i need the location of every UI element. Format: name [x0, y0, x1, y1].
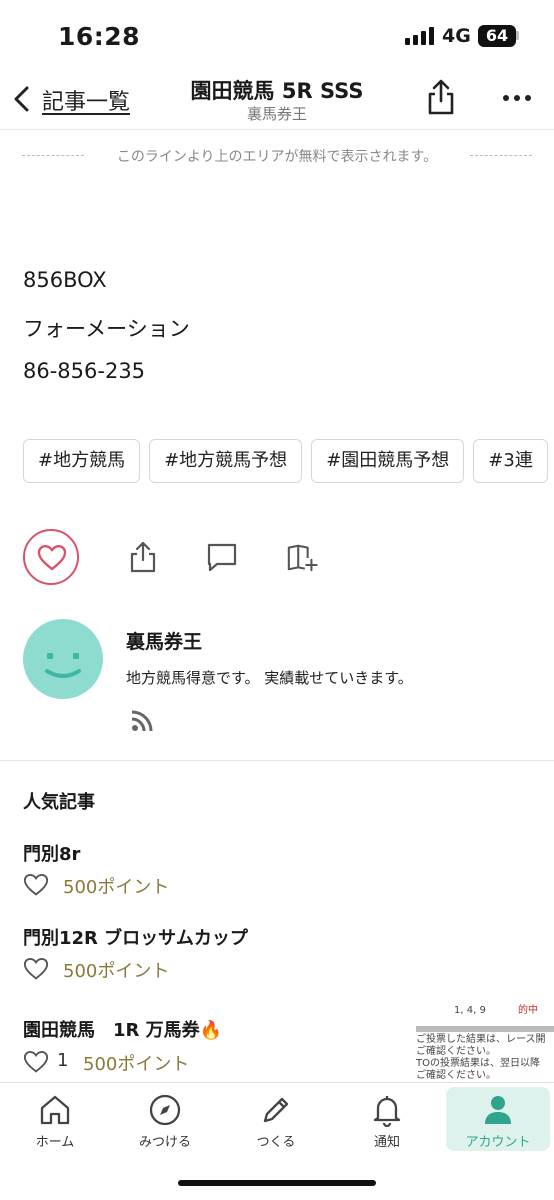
article-price: 500ポイント: [63, 961, 170, 982]
comment-icon[interactable]: [206, 540, 238, 574]
add-to-magazine-icon[interactable]: [286, 540, 318, 574]
home-indicator: [178, 1180, 376, 1186]
tab-label: つくる: [256, 1135, 296, 1150]
heart-icon: [37, 545, 67, 571]
tab-account[interactable]: アカウント: [446, 1087, 550, 1151]
thumbnail-bar: [416, 1026, 554, 1032]
tab-notifications[interactable]: 通知: [332, 1083, 442, 1153]
status-time: 16:28: [58, 22, 141, 51]
status-bar: 16:28 4G 64: [0, 0, 554, 70]
tab-create[interactable]: つくる: [221, 1083, 331, 1153]
tab-label: みつける: [138, 1135, 191, 1150]
signal-icon: [405, 27, 435, 45]
nav-header: 記事一覧 園田競馬 5R SSS 裏馬券王: [0, 70, 554, 130]
popular-section-title: 人気記事: [23, 792, 95, 813]
thumbnail-text: 的中: [518, 1005, 538, 1016]
smiley-icon: [45, 653, 81, 678]
share-icon[interactable]: [127, 540, 159, 574]
rss-icon[interactable]: [130, 709, 154, 733]
popular-article-meta: 500ポイント: [23, 871, 223, 899]
home-icon: [40, 1095, 70, 1125]
tab-home[interactable]: ホーム: [0, 1083, 110, 1153]
battery-tip: [516, 31, 519, 40]
thumbnail-image[interactable]: 1, 4, 9 的中 ご投票した結果は、レース開 ご確認ください。 TOの投票結…: [416, 1000, 554, 1082]
popular-article-meta: 1 500ポイント: [23, 1048, 223, 1076]
hashtag-chip[interactable]: #園田競馬予想: [311, 439, 465, 483]
popular-article-title[interactable]: 門別8r: [23, 840, 80, 866]
body-line-3: 86-856-235: [23, 359, 146, 383]
free-area-notice: このラインより上のエリアが無料で表示されます。: [106, 149, 448, 165]
author-bio: 地方競馬得意です。 実績載せていきます。: [126, 669, 413, 687]
bell-icon: [373, 1096, 401, 1127]
tab-label: 通知: [373, 1135, 400, 1150]
chevron-left-icon[interactable]: [10, 82, 36, 116]
thumbnail-text: ご投票した結果は、レース開: [416, 1034, 546, 1045]
thumbnail-text: ご確認ください。: [416, 1046, 496, 1057]
free-area-divider: このラインより上のエリアが無料で表示されます。: [22, 146, 532, 166]
battery-icon: 64: [478, 25, 516, 47]
compass-icon: [149, 1094, 181, 1126]
heart-outline-icon[interactable]: [23, 1050, 49, 1074]
thumbnail-text: ご確認ください。: [416, 1070, 496, 1081]
heart-outline-icon[interactable]: [23, 957, 49, 981]
hashtag-chip[interactable]: #地方競馬予想: [149, 439, 303, 483]
popular-article-meta: 500ポイント: [23, 955, 223, 983]
body-line-1: 856BOX: [23, 268, 107, 292]
hashtag-chip[interactable]: #地方競馬: [23, 439, 141, 483]
thumbnail-text: 1, 4, 9: [454, 1005, 486, 1016]
avatar[interactable]: [23, 619, 103, 699]
like-count: 1: [57, 1050, 69, 1071]
body-line-2: フォーメーション: [23, 317, 190, 341]
tab-label: アカウント: [465, 1135, 531, 1150]
popular-article-title[interactable]: 門別12R ブロッサムカップ: [23, 924, 248, 950]
network-label: 4G: [442, 25, 471, 47]
hashtag-chip[interactable]: #3連: [473, 439, 548, 483]
article-price: 500ポイント: [63, 877, 170, 898]
more-icon[interactable]: [502, 94, 532, 102]
page-title: 園田競馬 5R SSS: [190, 79, 364, 103]
popular-article-title[interactable]: 園田競馬 1R 万馬券🔥: [23, 1016, 222, 1042]
thumbnail-text: TOの投票結果は、翌日以降: [416, 1058, 540, 1069]
section-divider: [0, 760, 554, 761]
heart-outline-icon[interactable]: [23, 873, 49, 897]
share-icon[interactable]: [426, 78, 456, 116]
person-icon: [485, 1096, 511, 1124]
pencil-icon: [263, 1097, 289, 1123]
hashtag-list: #地方競馬 #地方競馬予想 #園田競馬予想 #3連: [23, 439, 554, 485]
back-button[interactable]: 記事一覧: [42, 84, 130, 116]
like-button[interactable]: [23, 529, 79, 585]
article-price: 500ポイント: [83, 1054, 190, 1075]
tab-discover[interactable]: みつける: [110, 1083, 220, 1153]
tab-label: ホーム: [35, 1135, 75, 1150]
page-subtitle: 裏馬券王: [246, 105, 307, 123]
author-name[interactable]: 裏馬券王: [126, 627, 202, 654]
